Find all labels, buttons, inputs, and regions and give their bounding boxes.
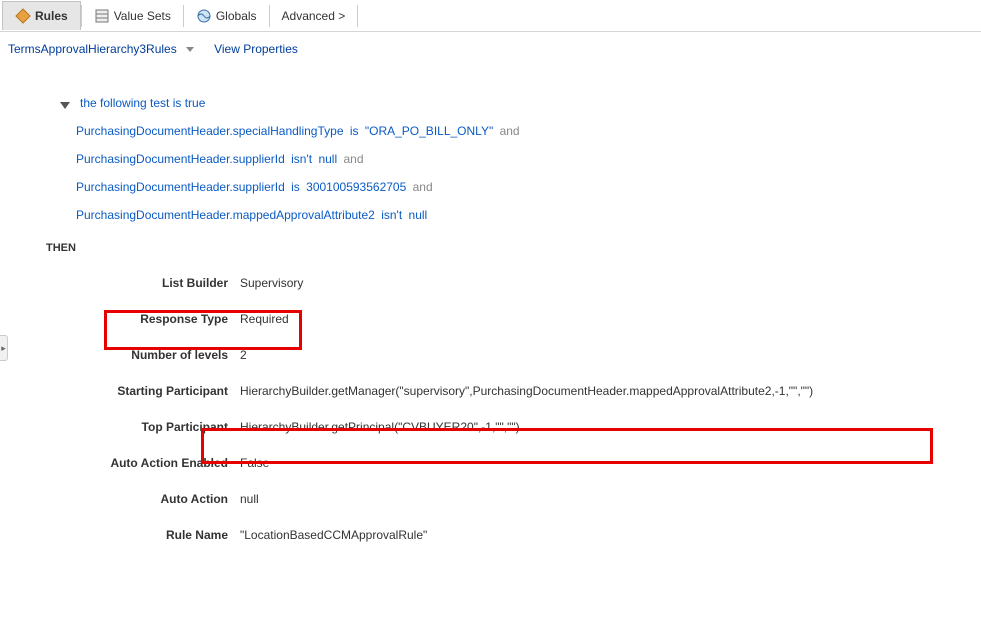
tab-value-sets[interactable]: Value Sets: [82, 2, 183, 30]
prop-value[interactable]: Required: [240, 312, 289, 326]
value-sets-icon: [94, 8, 110, 24]
prop-value[interactable]: null: [240, 492, 259, 506]
condition-and: and: [343, 152, 363, 166]
prop-auto-action-enabled: Auto Action Enabled False: [50, 452, 941, 474]
condition-and: and: [500, 124, 520, 138]
condition-op: is: [350, 124, 359, 138]
prop-label: Top Participant: [50, 420, 240, 434]
tab-globals[interactable]: Globals: [184, 2, 269, 30]
condition-op: isn't: [381, 208, 402, 222]
action-properties: List Builder Supervisory Response Type R…: [50, 272, 941, 546]
tab-bar: Rules Value Sets Globals Advanced >: [0, 0, 981, 32]
prop-label: Auto Action Enabled: [50, 456, 240, 470]
tab-label: Advanced >: [282, 9, 346, 23]
prop-label: Rule Name: [50, 528, 240, 542]
condition-op: is: [291, 180, 300, 194]
prop-label: List Builder: [50, 276, 240, 290]
prop-label: Number of levels: [50, 348, 240, 362]
condition-field: PurchasingDocumentHeader.specialHandling…: [76, 124, 344, 138]
condition-row[interactable]: PurchasingDocumentHeader.mappedApprovalA…: [76, 208, 941, 222]
prop-value[interactable]: "LocationBasedCCMApprovalRule": [240, 528, 427, 542]
condition-value: null: [409, 208, 428, 222]
collapse-icon[interactable]: [60, 102, 70, 109]
rules-icon: [15, 8, 31, 24]
prop-value[interactable]: Supervisory: [240, 276, 303, 290]
tab-advanced[interactable]: Advanced >: [270, 3, 358, 29]
prop-label: Starting Participant: [50, 384, 240, 398]
prop-value[interactable]: HierarchyBuilder.getPrincipal("CVBUYER20…: [240, 420, 520, 434]
chevron-down-icon: [186, 47, 194, 52]
prop-value[interactable]: False: [240, 456, 269, 470]
prop-response-type: Response Type Required: [50, 308, 941, 330]
condition-row[interactable]: PurchasingDocumentHeader.specialHandling…: [76, 124, 941, 138]
test-header: the following test is true: [60, 96, 941, 110]
prop-rule-name: Rule Name "LocationBasedCCMApprovalRule": [50, 524, 941, 546]
test-title[interactable]: the following test is true: [80, 96, 205, 110]
tab-label: Globals: [216, 9, 257, 23]
condition-row[interactable]: PurchasingDocumentHeader.supplierId isn'…: [76, 152, 941, 166]
rule-header: TermsApprovalHierarchy3Rules View Proper…: [0, 32, 981, 66]
condition-value: "ORA_PO_BILL_ONLY": [365, 124, 493, 138]
tab-label: Value Sets: [114, 9, 171, 23]
condition-row[interactable]: PurchasingDocumentHeader.supplierId is 3…: [76, 180, 941, 194]
then-label: THEN: [46, 242, 941, 254]
prop-auto-action: Auto Action null: [50, 488, 941, 510]
prop-top-participant: Top Participant HierarchyBuilder.getPrin…: [50, 416, 941, 438]
prop-value[interactable]: HierarchyBuilder.getManager("supervisory…: [240, 384, 813, 398]
condition-field: PurchasingDocumentHeader.supplierId: [76, 152, 285, 166]
separator: [357, 5, 358, 27]
ruleset-dropdown[interactable]: TermsApprovalHierarchy3Rules: [8, 42, 194, 56]
condition-field: PurchasingDocumentHeader.mappedApprovalA…: [76, 208, 375, 222]
condition-value: 300100593562705: [306, 180, 406, 194]
ruleset-name: TermsApprovalHierarchy3Rules: [8, 42, 177, 56]
tab-rules[interactable]: Rules: [2, 1, 81, 30]
prop-list-builder: List Builder Supervisory: [50, 272, 941, 294]
condition-op: isn't: [291, 152, 312, 166]
rule-content: the following test is true PurchasingDoc…: [0, 66, 981, 580]
condition-value: null: [318, 152, 337, 166]
prop-value[interactable]: 2: [240, 348, 247, 362]
globals-icon: [196, 8, 212, 24]
conditions-block: PurchasingDocumentHeader.specialHandling…: [76, 124, 941, 222]
tab-label: Rules: [35, 9, 68, 23]
condition-and: and: [413, 180, 433, 194]
prop-label: Response Type: [50, 312, 240, 326]
prop-num-levels: Number of levels 2: [50, 344, 941, 366]
view-properties-link[interactable]: View Properties: [214, 42, 298, 56]
condition-field: PurchasingDocumentHeader.supplierId: [76, 180, 285, 194]
prop-label: Auto Action: [50, 492, 240, 506]
prop-starting-participant: Starting Participant HierarchyBuilder.ge…: [50, 380, 941, 402]
side-expand-handle[interactable]: ▸: [0, 335, 8, 361]
